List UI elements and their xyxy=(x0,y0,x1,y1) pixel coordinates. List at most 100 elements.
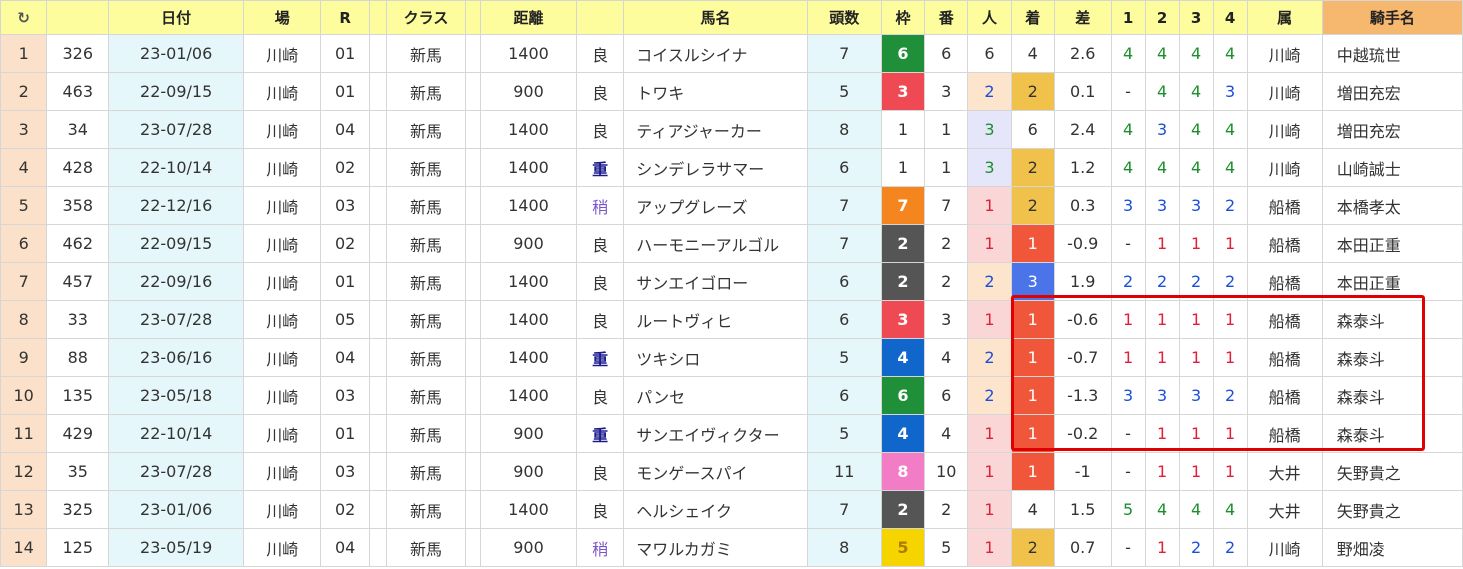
field-size: 6 xyxy=(806,376,882,415)
header-class[interactable]: クラス xyxy=(386,0,466,35)
table-row[interactable]: 1 326 23-01/06 川崎 01 新馬 1400 良コイスルシイナ 7 6 6 6 4 2.6 4 4… xyxy=(0,34,1463,73)
spacer-a xyxy=(368,452,388,491)
header-pos4[interactable]: 4 xyxy=(1212,0,1248,35)
horse-name[interactable]: マワルカガミ xyxy=(623,528,808,567)
race-class: 新馬 xyxy=(386,72,466,111)
table-row[interactable]: 10 135 23-05/18 川崎 03 新馬 1400 良パンセ 6 6 6 2 1 -1.3 3 3 3 2… xyxy=(0,376,1463,415)
distance: 1400 xyxy=(480,262,577,301)
horse-name[interactable]: シンデレラサマー xyxy=(623,148,808,187)
corner-pos-4: 1 xyxy=(1212,452,1248,491)
race-class: 新馬 xyxy=(386,148,466,187)
horse-number: 2 xyxy=(924,224,969,263)
table-row[interactable]: 7 457 22-09/16 川崎 01 新馬 1400 良サンエイゴロー 6 2 2 2 3 1.9 2 2… xyxy=(0,262,1463,301)
header-popularity[interactable]: 人 xyxy=(967,0,1012,35)
field-size: 8 xyxy=(806,528,882,567)
field-size: 6 xyxy=(806,300,882,339)
horse-name[interactable]: ティアジャーカー xyxy=(623,110,808,149)
header-pos3[interactable]: 3 xyxy=(1178,0,1214,35)
table-row[interactable]: 11 429 22-10/14 川崎 01 新馬 900 重サンエイヴィクター 5 4 4 1 1 -0.… xyxy=(0,414,1463,453)
track-condition: 良 xyxy=(575,72,625,111)
horse-name[interactable]: ルートヴィヒ xyxy=(623,300,808,339)
corner-pos-3: 3 xyxy=(1178,376,1214,415)
table-row[interactable]: 6 462 22-09/15 川崎 02 新馬 900 良ハーモニーアルゴル 7 2 2 1 1 -0.9… xyxy=(0,224,1463,263)
row-number: 2 xyxy=(0,72,48,111)
refresh-icon[interactable]: ↻ xyxy=(17,9,30,27)
distance: 900 xyxy=(480,528,577,567)
margin: -0.6 xyxy=(1053,300,1112,339)
race-class: 新馬 xyxy=(386,338,466,377)
horse-name[interactable]: アップグレーズ xyxy=(623,186,808,225)
header-horse-name[interactable]: 馬名 xyxy=(623,0,808,35)
table-row[interactable]: 4 428 22-10/14 川崎 02 新馬 1400 重シンデレラサマー 6 1 1 3 2 1.2 4… xyxy=(0,148,1463,187)
finish-position: 1 xyxy=(1010,452,1055,491)
field-size: 6 xyxy=(806,262,882,301)
margin: 1.5 xyxy=(1053,490,1112,529)
header-spacer-b xyxy=(464,0,482,35)
horse-number: 7 xyxy=(924,186,969,225)
finish-position: 1 xyxy=(1010,300,1055,339)
venue: 川崎 xyxy=(243,148,322,187)
corner-pos-3: 1 xyxy=(1178,338,1214,377)
affiliation: 船橋 xyxy=(1246,414,1323,453)
horse-name[interactable]: パンセ xyxy=(623,376,808,415)
spacer-b xyxy=(464,148,482,187)
table-row[interactable]: 8 33 23-07/28 川崎 05 新馬 1400 良ルートヴィヒ 6 3 3 1 1 -0.6 1 1 1… xyxy=(0,300,1463,339)
race-number: 03 xyxy=(320,376,370,415)
race-class: 新馬 xyxy=(386,452,466,491)
table-row[interactable]: 14 125 23-05/19 川崎 04 新馬 900 稍マワルカガミ 8 5 5 1 2 0.7-1 2… xyxy=(0,528,1463,567)
header-distance[interactable]: 距離 xyxy=(480,0,577,35)
header-waku[interactable]: 枠 xyxy=(880,0,926,35)
field-size: 7 xyxy=(806,490,882,529)
header-pos2[interactable]: 2 xyxy=(1144,0,1180,35)
header-ban[interactable]: 番 xyxy=(924,0,969,35)
waku: 6 xyxy=(880,34,926,73)
waku: 2 xyxy=(880,262,926,301)
table-row[interactable]: 5 358 22-12/16 川崎 03 新馬 1400 稍アップグレーズ 7 7 7 1 2 0.3 3 3… xyxy=(0,186,1463,225)
race-class: 新馬 xyxy=(386,262,466,301)
corner-pos-4: 1 xyxy=(1212,300,1248,339)
record-id: 428 xyxy=(46,148,110,187)
header-date[interactable]: 日付 xyxy=(108,0,245,35)
header-race[interactable]: R xyxy=(320,0,370,35)
header-pos1[interactable]: 1 xyxy=(1110,0,1146,35)
horse-name[interactable]: ハーモニーアルゴル xyxy=(623,224,808,263)
table-row[interactable]: 12 35 23-07/28 川崎 03 新馬 900 良モンゲースパイ 11 8 10 1 1 -1-1… xyxy=(0,452,1463,491)
affiliation: 大井 xyxy=(1246,452,1323,491)
header-jockey[interactable]: 騎手名 xyxy=(1321,0,1463,35)
distance: 1400 xyxy=(480,34,577,73)
venue: 川崎 xyxy=(243,338,322,377)
jockey-name: 森泰斗 xyxy=(1321,338,1463,377)
horse-name[interactable]: トワキ xyxy=(623,72,808,111)
table-row[interactable]: 9 88 23-06/16 川崎 04 新馬 1400 重ツキシロ 5 4 4 2 1 -0.7 1 1 1 1 船… xyxy=(0,338,1463,377)
header-finish[interactable]: 着 xyxy=(1010,0,1055,35)
row-number: 7 xyxy=(0,262,48,301)
venue: 川崎 xyxy=(243,452,322,491)
header-heads[interactable]: 頭数 xyxy=(806,0,882,35)
field-size: 8 xyxy=(806,110,882,149)
table-row[interactable]: 2 463 22-09/15 川崎 01 新馬 900 良トワキ 5 3 3 2 2 0.1-4 4 3 川崎増… xyxy=(0,72,1463,111)
horse-name[interactable]: サンエイゴロー xyxy=(623,262,808,301)
spacer-b xyxy=(464,262,482,301)
header-venue[interactable]: 場 xyxy=(243,0,322,35)
spacer-a xyxy=(368,186,388,225)
jockey-name: 本田正重 xyxy=(1321,262,1463,301)
corner-pos-3: 1 xyxy=(1178,414,1214,453)
spacer-b xyxy=(464,452,482,491)
affiliation: 船橋 xyxy=(1246,186,1323,225)
spacer-b xyxy=(464,300,482,339)
corner-pos-4: 4 xyxy=(1212,148,1248,187)
horse-name[interactable]: コイスルシイナ xyxy=(623,34,808,73)
finish-position: 6 xyxy=(1010,110,1055,149)
horse-name[interactable]: モンゲースパイ xyxy=(623,452,808,491)
header-affiliation[interactable]: 属 xyxy=(1246,0,1323,35)
horse-name[interactable]: ヘルシェイク xyxy=(623,490,808,529)
horse-name[interactable]: ツキシロ xyxy=(623,338,808,377)
table-row[interactable]: 3 34 23-07/28 川崎 04 新馬 1400 良ティアジャーカー 8 1 1 3 6 2.4 4 3… xyxy=(0,110,1463,149)
corner-pos-4: 2 xyxy=(1212,528,1248,567)
header-margin[interactable]: 差 xyxy=(1053,0,1112,35)
corner-pos-1: 1 xyxy=(1110,338,1146,377)
affiliation: 大井 xyxy=(1246,490,1323,529)
refresh-header[interactable]: ↻ xyxy=(0,0,48,35)
horse-name[interactable]: サンエイヴィクター xyxy=(623,414,808,453)
table-row[interactable]: 13 325 23-01/06 川崎 02 新馬 1400 良ヘルシェイク 7 2 2 1 4 1.5 5 4… xyxy=(0,490,1463,529)
